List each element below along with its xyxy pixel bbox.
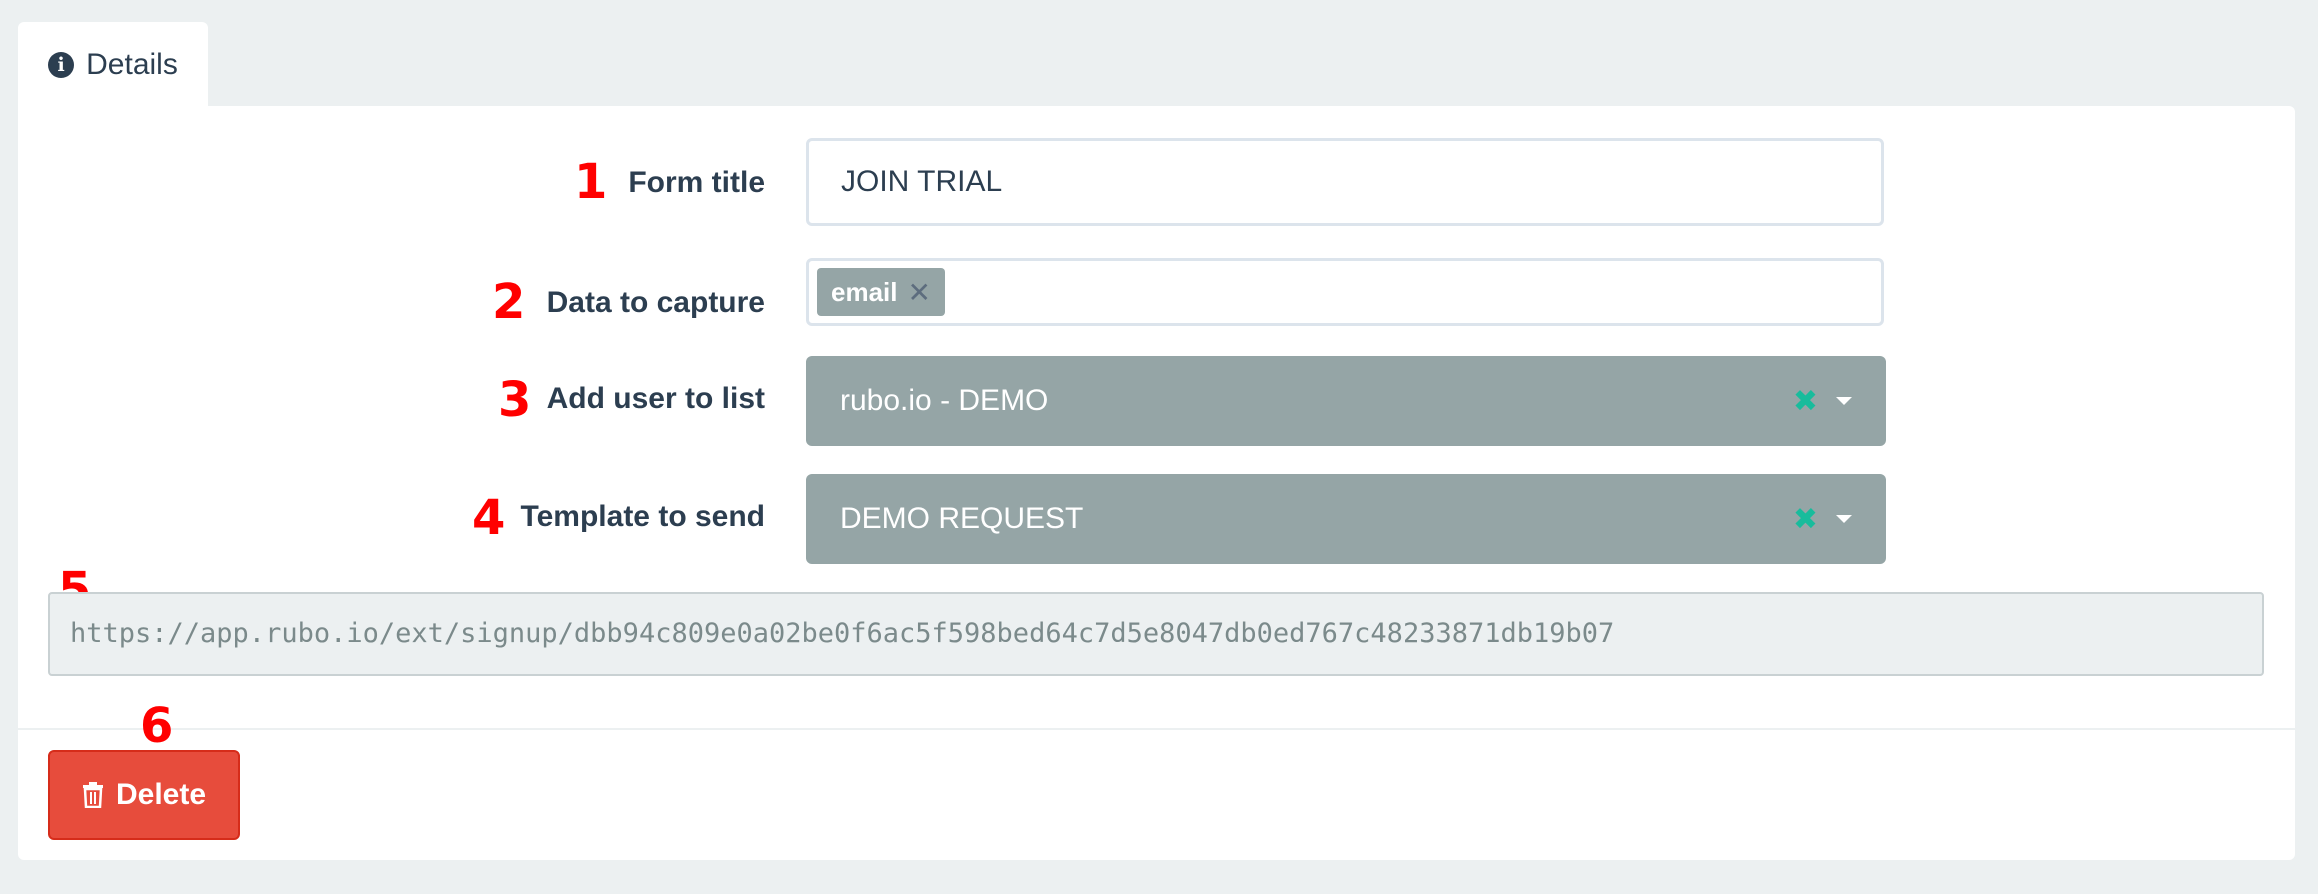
remove-tag-icon[interactable]: ✕: [908, 276, 931, 309]
tag-email-label: email: [831, 276, 898, 307]
add-user-list-label: Add user to list: [546, 382, 765, 415]
annotation-4: 4: [472, 490, 506, 546]
template-value: DEMO REQUEST: [840, 502, 1084, 535]
footer-divider: [18, 728, 2295, 730]
chevron-down-icon[interactable]: [1836, 515, 1852, 523]
delete-button[interactable]: Delete: [48, 750, 240, 840]
trash-icon: [82, 782, 103, 808]
annotation-3: 3: [498, 372, 532, 428]
form-title-input[interactable]: JOIN TRIAL: [806, 138, 1884, 226]
data-capture-label: Data to capture: [546, 286, 765, 319]
page: i Details 1 Form title JOIN TRIAL 2 Data…: [0, 0, 2318, 894]
tag-email: email ✕: [817, 268, 945, 316]
annotation-2: 2: [492, 274, 526, 330]
user-list-value: rubo.io - DEMO: [840, 384, 1049, 417]
tab-details-label: Details: [86, 48, 178, 81]
info-icon: i: [48, 52, 75, 78]
annotation-6: 6: [140, 698, 174, 754]
template-select[interactable]: DEMO REQUEST ✖: [806, 474, 1886, 564]
template-label: Template to send: [520, 500, 765, 533]
delete-button-label: Delete: [115, 778, 207, 811]
signup-url-field[interactable]: https://app.rubo.io/ext/signup/dbb94c809…: [48, 592, 2264, 676]
tab-details[interactable]: i Details: [18, 22, 208, 108]
user-list-select[interactable]: rubo.io - DEMO ✖: [806, 356, 1886, 446]
clear-icon[interactable]: ✖: [1793, 384, 1818, 419]
form-title-label: Form title: [628, 166, 765, 199]
clear-icon[interactable]: ✖: [1793, 502, 1818, 537]
chevron-down-icon[interactable]: [1836, 397, 1852, 405]
details-panel: 1 Form title JOIN TRIAL 2 Data to captur…: [18, 106, 2295, 860]
data-capture-input[interactable]: email ✕: [806, 258, 1884, 326]
annotation-1: 1: [574, 154, 608, 210]
